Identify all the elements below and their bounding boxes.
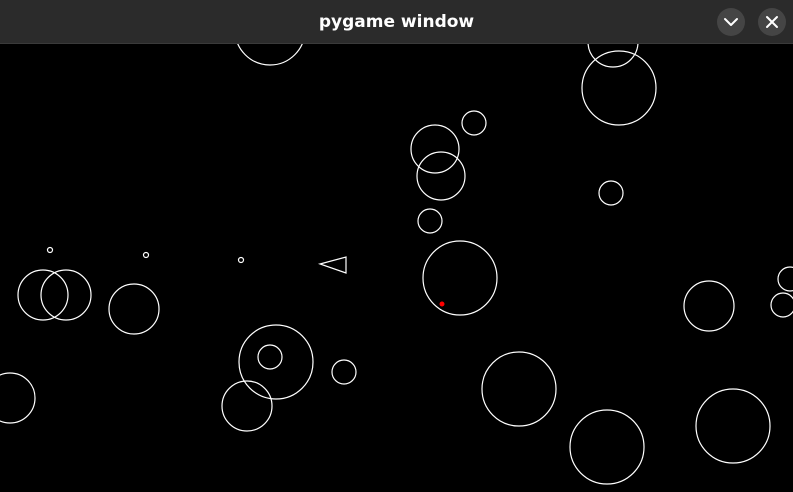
asteroid [142, 251, 150, 259]
chevron-down-icon [724, 18, 738, 26]
asteroid [238, 324, 314, 400]
asteroid [40, 269, 92, 321]
asteroid [331, 359, 357, 385]
asteroid [598, 180, 624, 206]
minimize-button[interactable] [717, 8, 745, 36]
close-button[interactable] [758, 8, 786, 36]
asteroid [108, 283, 160, 335]
game-scene [0, 0, 793, 485]
asteroid [581, 50, 657, 126]
asteroid [422, 240, 498, 316]
close-icon [766, 16, 778, 28]
asteroid [46, 246, 54, 254]
game-canvas[interactable] [0, 0, 793, 488]
window-title: pygame window [318, 12, 475, 32]
asteroid [234, 0, 306, 66]
asteroid [481, 351, 557, 427]
asteroid [587, 16, 639, 68]
asteroid [416, 151, 466, 201]
asteroid [221, 380, 273, 432]
asteroid [770, 292, 793, 318]
asteroid [569, 409, 645, 485]
window-titlebar[interactable]: pygame window [0, 0, 793, 44]
asteroid [0, 372, 36, 424]
bullet [439, 301, 445, 307]
player-ship [317, 256, 347, 274]
asteroid [410, 124, 460, 174]
asteroid [695, 388, 771, 464]
asteroid [417, 208, 443, 234]
asteroid [237, 256, 245, 264]
asteroid [461, 110, 487, 136]
asteroid [257, 344, 283, 370]
asteroid [777, 266, 793, 292]
asteroid [17, 269, 69, 321]
asteroid [683, 280, 735, 332]
